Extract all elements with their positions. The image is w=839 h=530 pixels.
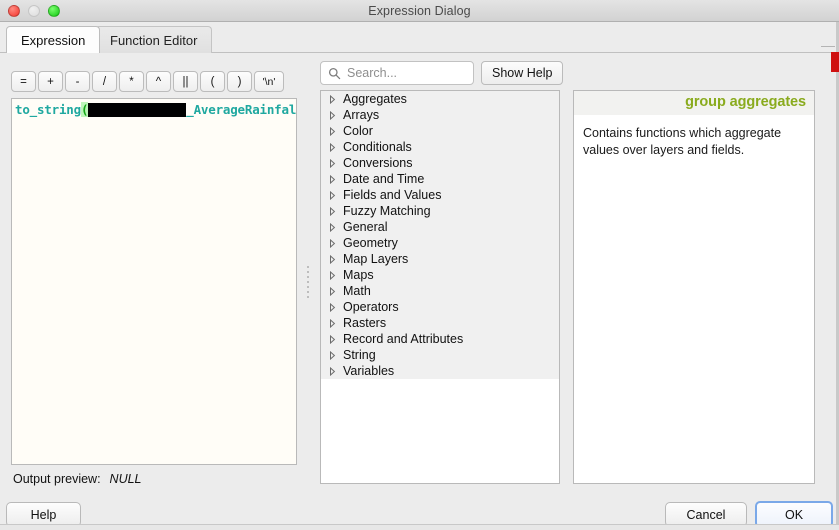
chevron-right-icon[interactable] (329, 94, 340, 104)
chevron-right-icon[interactable] (329, 334, 340, 344)
output-preview: Output preview: NULL (13, 472, 142, 486)
function-tree-item-label: Math (343, 284, 371, 298)
function-tree-item[interactable]: Geometry (321, 235, 559, 251)
chevron-right-icon[interactable] (329, 142, 340, 152)
function-tree-item-label: Color (343, 124, 373, 138)
function-tree-item[interactable]: Conversions (321, 155, 559, 171)
tab-expression[interactable]: Expression (6, 26, 101, 53)
function-tree-item-label: Geometry (343, 236, 398, 250)
panel-splitter[interactable] (303, 98, 313, 465)
zoom-button[interactable] (48, 5, 60, 17)
operator-button-multiply[interactable]: * (119, 71, 144, 92)
function-tree-item-label: Maps (343, 268, 374, 282)
help-description: Contains functions which aggregate value… (583, 126, 782, 157)
function-tree-item[interactable]: General (321, 219, 559, 235)
function-tree-item-label: String (343, 348, 376, 362)
splitter-grip-icon (307, 265, 309, 298)
function-tree-item[interactable]: Variables (321, 363, 559, 379)
function-tree-item-label: Operators (343, 300, 399, 314)
function-tree-item-label: Record and Attributes (343, 332, 464, 346)
expression-open-paren: ( (80, 102, 89, 117)
function-tree-item[interactable]: Date and Time (321, 171, 559, 187)
operator-button-minus[interactable]: - (65, 71, 90, 92)
function-tree-list: Aggregates Arrays Color Conditionals Convers… (321, 91, 559, 379)
function-tree-item-label: Map Layers (343, 252, 409, 266)
expression-function-name: to_string (15, 102, 81, 117)
function-tree-item-label: General (343, 220, 388, 234)
help-title: group aggregates (574, 91, 814, 115)
expression-dialog-window: Expression Dialog Expression Function Ed… (0, 0, 839, 530)
chevron-right-icon[interactable] (329, 158, 340, 168)
function-tree-panel[interactable]: Aggregates Arrays Color Conditionals Convers… (320, 90, 560, 484)
background-window-line (821, 46, 835, 47)
function-tree-item-label: Arrays (343, 108, 380, 122)
chevron-right-icon[interactable] (329, 270, 340, 280)
function-tree-item-label: Conditionals (343, 140, 412, 154)
function-tree-item[interactable]: Color (321, 123, 559, 139)
operator-button-plus[interactable]: + (38, 71, 63, 92)
operator-button-equals[interactable]: = (11, 71, 36, 92)
tab-bar: Expression Function Editor (0, 22, 839, 53)
function-tree-item[interactable]: Fields and Values (321, 187, 559, 203)
window-title: Expression Dialog (368, 3, 471, 18)
operator-button-newline[interactable]: '\n' (254, 71, 284, 92)
chevron-right-icon[interactable] (329, 350, 340, 360)
function-tree-item-label: Variables (343, 364, 395, 378)
search-input[interactable] (347, 66, 466, 80)
function-tree-item[interactable]: Record and Attributes (321, 331, 559, 347)
chevron-right-icon[interactable] (329, 318, 340, 328)
expression-field-name: _AverageRainfall (186, 102, 297, 117)
show-help-button[interactable]: Show Help (481, 61, 564, 85)
chevron-right-icon[interactable] (329, 126, 340, 136)
minimize-button[interactable] (28, 5, 40, 17)
window-controls (8, 5, 60, 17)
expression-text: to_string(_AverageRainfall) (15, 101, 296, 118)
function-tree-item[interactable]: Aggregates (321, 91, 559, 107)
function-tree-item[interactable]: Rasters (321, 315, 559, 331)
tab-function-editor[interactable]: Function Editor (95, 26, 213, 53)
chevron-right-icon[interactable] (329, 190, 340, 200)
operator-button-concat[interactable]: || (173, 71, 198, 92)
operator-button-open-paren[interactable]: ( (200, 71, 225, 92)
chevron-right-icon[interactable] (329, 110, 340, 120)
expression-input[interactable]: to_string(_AverageRainfall) (11, 98, 297, 465)
background-window-red-marker (831, 52, 839, 72)
close-button[interactable] (8, 5, 20, 17)
function-tree-item[interactable]: Arrays (321, 107, 559, 123)
background-window-bottom-edge (0, 524, 839, 530)
function-tree-item[interactable]: Map Layers (321, 251, 559, 267)
output-preview-label: Output preview: (13, 472, 101, 486)
chevron-right-icon[interactable] (329, 238, 340, 248)
chevron-right-icon[interactable] (329, 286, 340, 296)
chevron-right-icon[interactable] (329, 174, 340, 184)
chevron-right-icon[interactable] (329, 206, 340, 216)
function-tree-item[interactable]: Fuzzy Matching (321, 203, 559, 219)
chevron-right-icon[interactable] (329, 366, 340, 376)
operator-button-power[interactable]: ^ (146, 71, 171, 92)
operator-button-close-paren[interactable]: ) (227, 71, 252, 92)
function-tree-item[interactable]: Operators (321, 299, 559, 315)
function-tree-item-label: Aggregates (343, 92, 407, 106)
function-tree-item-label: Fuzzy Matching (343, 204, 431, 218)
output-preview-value: NULL (109, 472, 142, 486)
function-tree-item-label: Date and Time (343, 172, 425, 186)
operator-toolbar: = + - / * ^ || ( ) '\n' (11, 71, 284, 92)
function-tree-item-label: Conversions (343, 156, 413, 170)
title-bar: Expression Dialog (0, 0, 839, 22)
function-tree-item[interactable]: Math (321, 283, 559, 299)
redacted-field-prefix (88, 103, 187, 117)
function-tree-item[interactable]: Conditionals (321, 139, 559, 155)
chevron-right-icon[interactable] (329, 302, 340, 312)
function-tree-item[interactable]: Maps (321, 267, 559, 283)
search-icon (328, 67, 341, 80)
operator-button-divide[interactable]: / (92, 71, 117, 92)
function-tree-item-label: Fields and Values (343, 188, 442, 202)
chevron-right-icon[interactable] (329, 222, 340, 232)
chevron-right-icon[interactable] (329, 254, 340, 264)
function-tree-item[interactable]: String (321, 347, 559, 363)
function-tree-item-label: Rasters (343, 316, 387, 330)
search-field-container[interactable] (320, 61, 474, 85)
function-help-panel: group aggregates Contains functions whic… (573, 90, 815, 484)
